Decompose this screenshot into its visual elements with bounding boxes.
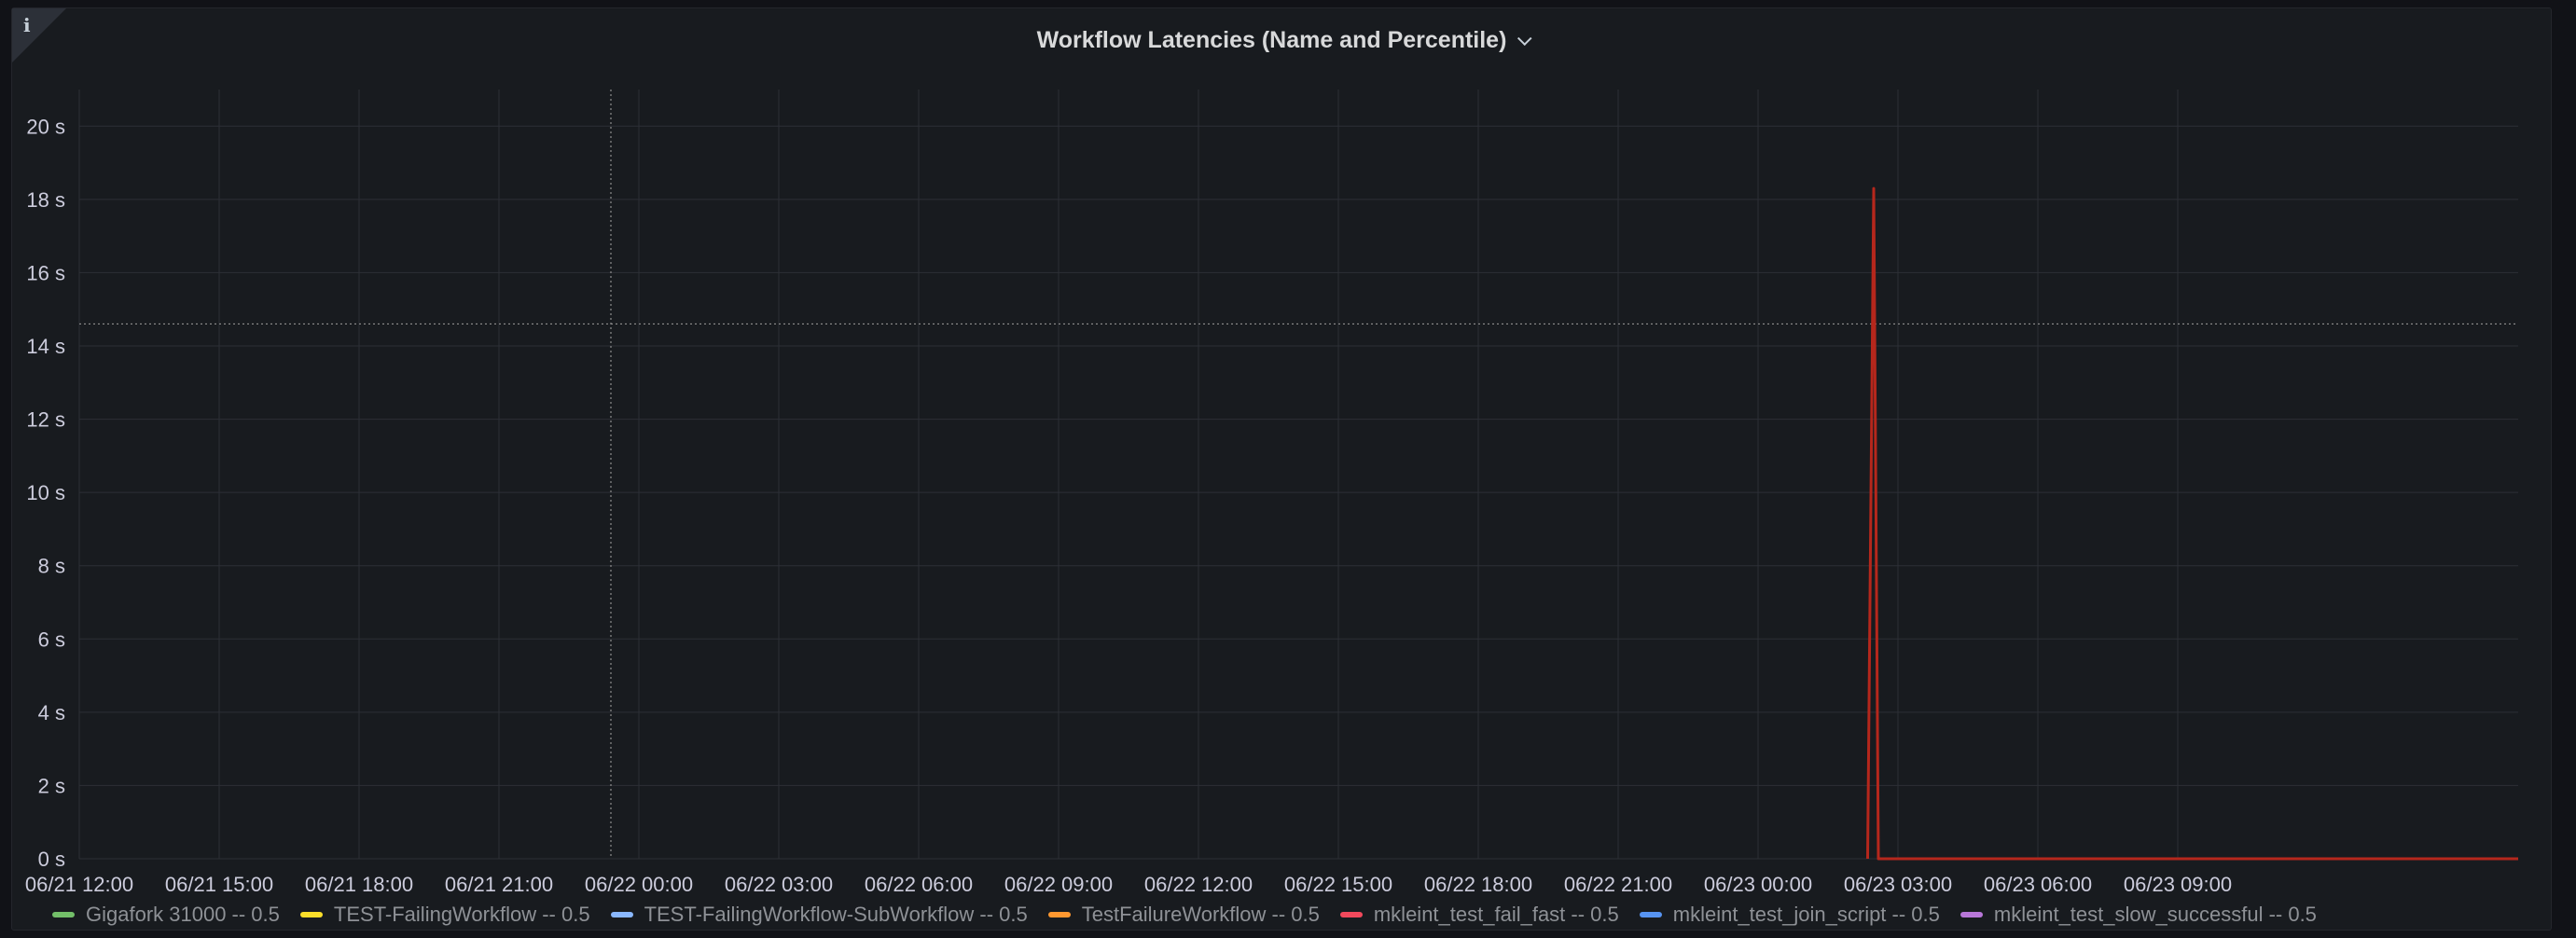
y-tick-label: 14 s — [26, 335, 65, 358]
legend-label: Gigafork 31000 -- 0.5 — [86, 903, 280, 926]
legend-swatch — [610, 912, 633, 917]
y-tick-label: 20 s — [26, 115, 65, 138]
legend-item[interactable]: mkleint_test_fail_fast -- 0.5 — [1339, 903, 1619, 927]
y-tick-label: 8 s — [38, 555, 65, 578]
x-tick-label: 06/22 15:00 — [1284, 873, 1392, 896]
legend-swatch — [52, 912, 75, 917]
x-tick-label: 06/22 09:00 — [1004, 873, 1113, 896]
x-tick-label: 06/22 18:00 — [1424, 873, 1532, 896]
x-tick-label: 06/22 12:00 — [1144, 873, 1253, 896]
series-lines — [1866, 186, 2519, 861]
x-tick-label: 06/21 15:00 — [165, 873, 273, 896]
legend-swatch — [299, 912, 323, 917]
latency-chart[interactable]: 0 s2 s4 s6 s8 s10 s12 s14 s16 s18 s20 s … — [0, 0, 2576, 938]
y-tick-label: 6 s — [38, 628, 65, 651]
legend-label: TEST-FailingWorkflow -- 0.5 — [333, 903, 590, 926]
x-tick-label: 06/22 21:00 — [1564, 873, 1672, 896]
legend: Gigafork 31000 -- 0.5 TEST-FailingWorkflo… — [52, 903, 2337, 927]
y-tick-label: 12 s — [26, 408, 65, 432]
y-axis-ticks: 0 s 2 s 4 s 6 s 8 s 10 s 12 s 14 s 16 s 18 s 20 s — [26, 115, 65, 871]
legend-swatch — [1047, 912, 1071, 917]
y-tick-label: 10 s — [26, 481, 65, 504]
legend-item[interactable]: mkleint_test_slow_successful -- 0.5 — [1960, 903, 2317, 927]
y-tick-label: 18 s — [26, 188, 65, 212]
legend-label: mkleint_test_slow_successful -- 0.5 — [1993, 903, 2317, 926]
crosshair — [79, 90, 2518, 859]
x-tick-label: 06/22 03:00 — [725, 873, 833, 896]
legend-swatch — [1639, 912, 1662, 917]
x-tick-label: 06/21 18:00 — [305, 873, 413, 896]
legend-swatch — [1960, 912, 1983, 917]
x-tick-label: 06/22 00:00 — [585, 873, 693, 896]
x-tick-label: 06/22 06:00 — [865, 873, 973, 896]
x-tick-label: 06/21 21:00 — [445, 873, 553, 896]
legend-label: mkleint_test_fail_fast -- 0.5 — [1373, 903, 1619, 926]
chart-grid — [78, 90, 2518, 860]
y-tick-label: 2 s — [38, 774, 65, 797]
x-tick-label: 06/21 12:00 — [25, 873, 133, 896]
y-tick-label: 16 s — [26, 261, 65, 284]
x-tick-label: 06/23 03:00 — [1844, 873, 1952, 896]
y-tick-label: 4 s — [38, 701, 65, 724]
legend-item[interactable]: mkleint_test_join_script -- 0.5 — [1639, 903, 1940, 927]
y-tick-label: 0 s — [38, 848, 65, 871]
legend-item[interactable]: TEST-FailingWorkflow-SubWorkflow -- 0.5 — [610, 903, 1028, 927]
x-tick-label: 06/23 09:00 — [2124, 873, 2232, 896]
legend-item[interactable]: TestFailureWorkflow -- 0.5 — [1047, 903, 1320, 927]
x-axis-ticks: 06/21 12:00 06/21 15:00 06/21 18:00 06/21 2… — [25, 873, 2232, 896]
legend-item[interactable]: Gigafork 31000 -- 0.5 — [52, 903, 280, 927]
legend-label: TEST-FailingWorkflow-SubWorkflow -- 0.5 — [644, 903, 1028, 926]
x-tick-label: 06/23 06:00 — [1984, 873, 2092, 896]
x-tick-label: 06/23 00:00 — [1704, 873, 1812, 896]
legend-label: mkleint_test_join_script -- 0.5 — [1672, 903, 1940, 926]
legend-swatch — [1339, 912, 1363, 917]
legend-item[interactable]: TEST-FailingWorkflow -- 0.5 — [299, 903, 590, 927]
legend-label: TestFailureWorkflow -- 0.5 — [1081, 903, 1320, 926]
series-line[interactable] — [1866, 186, 2519, 861]
